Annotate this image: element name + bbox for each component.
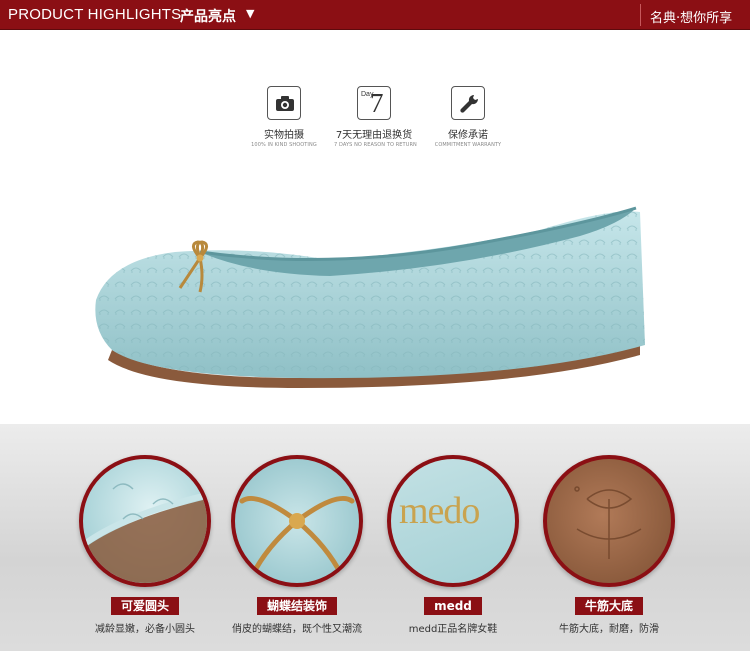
day7-icon-big-text: 7 — [370, 88, 384, 118]
badge-label: 实物拍摄 — [264, 130, 304, 141]
badge-sublabel: COMMITMENT WARRANTY — [434, 142, 502, 148]
product-image — [0, 150, 750, 420]
feature-brand: medo medd medd正品名牌女鞋 — [368, 455, 538, 635]
feature-description: 减龄显嫩，必备小圆头 — [95, 624, 195, 635]
brand-slogan: 名典·想你所享 — [650, 11, 733, 26]
bow-knot-closeup — [231, 455, 363, 587]
insole-logo-text: medo — [399, 490, 480, 532]
feature-round-toe: 可爱圆头 减龄显嫩，必备小圆头 — [60, 455, 230, 635]
badge-warranty: 保修承诺 COMMITMENT WARRANTY — [428, 86, 508, 148]
dropdown-caret-icon[interactable]: ▼ — [246, 7, 254, 20]
section-title-english: PRODUCT HIGHLIGHTS — [8, 6, 182, 23]
feature-tag: medd — [424, 597, 482, 615]
sole-closeup — [543, 455, 675, 587]
feature-description: 牛筋大底，耐磨，防滑 — [559, 624, 659, 635]
embossed-toe-closeup — [79, 455, 211, 587]
feature-tag: 牛筋大底 — [574, 597, 643, 615]
feature-description: 俏皮的蝴蝶结，既个性又潮流 — [232, 624, 362, 635]
badge-real-photo: 实物拍摄 100% IN KIND SHOOTING — [244, 86, 324, 148]
badge-label: 保修承诺 — [448, 130, 488, 141]
header-divider — [640, 4, 641, 26]
badge-7-day-return: Day 7 7天无理由退换货 7 DAYS NO REASON TO RETUR… — [334, 86, 417, 148]
feature-bow: 蝴蝶结装饰 俏皮的蝴蝶结，既个性又潮流 — [212, 455, 382, 635]
section-title-chinese[interactable]: 产品亮点 — [180, 6, 236, 26]
feature-tag: 可爱圆头 — [110, 597, 179, 615]
header-bar: PRODUCT HIGHLIGHTS 产品亮点 ▼ 名典·想你所享 — [0, 0, 750, 30]
feature-tag: 蝴蝶结装饰 — [256, 597, 337, 615]
ballet-flat-shoe-image — [95, 206, 646, 388]
badge-sublabel: 100% IN KIND SHOOTING — [251, 142, 317, 148]
badge-label: 7天无理由退换货 — [335, 130, 413, 141]
day7-icon: Day 7 — [357, 86, 391, 120]
insole-logo-closeup: medo — [387, 455, 519, 587]
feature-sole: 牛筋大底 牛筋大底，耐磨，防滑 — [524, 455, 694, 635]
wrench-icon — [451, 86, 485, 120]
feature-description: medd正品名牌女鞋 — [408, 624, 498, 635]
badge-sublabel: 7 DAYS NO REASON TO RETURN — [334, 142, 417, 148]
camera-icon — [267, 86, 301, 120]
